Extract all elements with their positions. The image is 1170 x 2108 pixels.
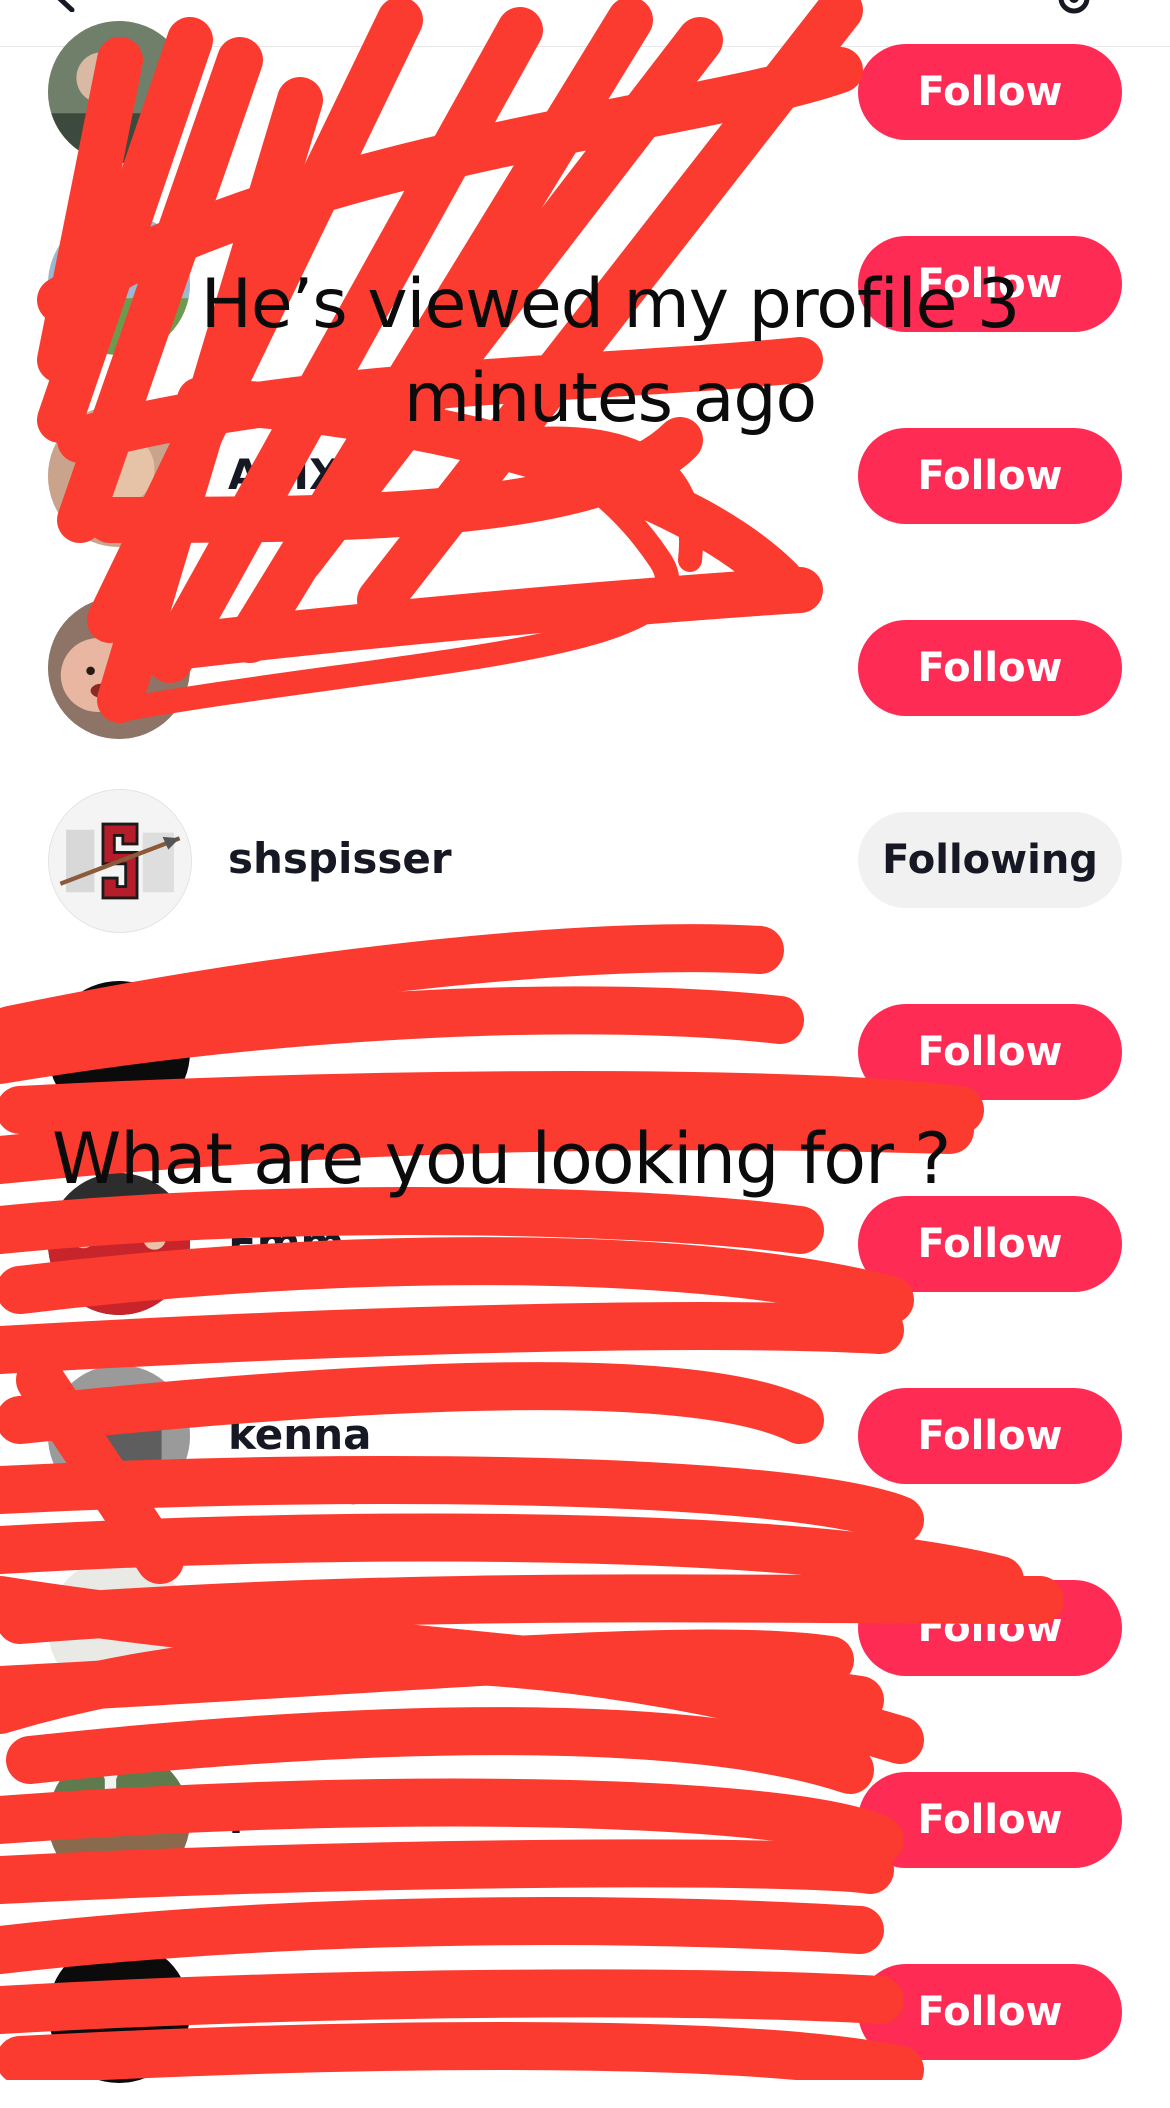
avatar[interactable] bbox=[48, 981, 190, 1123]
follow-button[interactable]: Follow bbox=[858, 1388, 1122, 1484]
username[interactable]: shspisser bbox=[228, 834, 452, 883]
caption-middle: What are you looking for ? bbox=[52, 1118, 951, 1200]
username[interactable]: AUIX bbox=[228, 450, 341, 499]
avatar[interactable] bbox=[48, 1365, 190, 1507]
follow-button[interactable]: Follow bbox=[858, 1004, 1122, 1100]
avatar[interactable] bbox=[48, 1941, 190, 2083]
avatar[interactable] bbox=[48, 21, 190, 163]
follow-button[interactable]: Follow bbox=[858, 1196, 1122, 1292]
avatar[interactable] bbox=[48, 789, 192, 933]
follow-button[interactable]: Follow bbox=[858, 44, 1122, 140]
follow-button[interactable]: Follow bbox=[858, 1772, 1122, 1868]
list-item: Follow bbox=[0, 0, 1170, 188]
avatar[interactable] bbox=[48, 1749, 190, 1891]
username[interactable]: kenna bbox=[228, 1410, 371, 1459]
username[interactable]: . bbox=[228, 1794, 244, 1843]
avatar[interactable] bbox=[48, 597, 190, 739]
follow-button[interactable]: Follow bbox=[858, 620, 1122, 716]
list-item: Follow bbox=[0, 1916, 1170, 2108]
username[interactable]: Emm bbox=[228, 1218, 344, 1267]
list-item: shspisser Following bbox=[0, 764, 1170, 956]
follow-button[interactable]: Follow bbox=[858, 1964, 1122, 2060]
avatar[interactable] bbox=[48, 1557, 190, 1699]
following-button[interactable]: Following bbox=[858, 812, 1122, 908]
list-item: Follow bbox=[0, 572, 1170, 764]
suggestion-reason: People you may know bbox=[228, 1464, 581, 1505]
list-item: kenna People you may know Follow bbox=[0, 1340, 1170, 1532]
list-item: . Follow bbox=[0, 1724, 1170, 1916]
caption-top: He’s viewed my profile 3 minutes ago bbox=[200, 265, 1021, 438]
follow-button[interactable]: Follow bbox=[858, 1580, 1122, 1676]
list-item: Follow bbox=[0, 1532, 1170, 1724]
